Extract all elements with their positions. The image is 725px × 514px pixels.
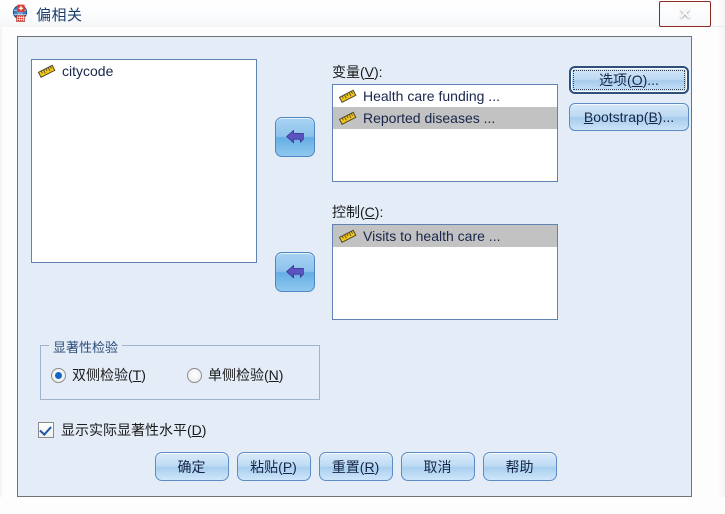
paste-mnemonic: P	[282, 458, 293, 475]
ok-button[interactable]: 确定	[154, 452, 229, 481]
list-item[interactable]: Reported diseases ...	[333, 107, 557, 129]
help-button[interactable]: 帮助	[482, 452, 557, 481]
options-mnemonic: O	[631, 72, 643, 88]
paste-suffix: )	[292, 458, 297, 475]
source-variable-list[interactable]: citycode	[31, 59, 257, 263]
controls-label: 控制(C):	[332, 202, 383, 222]
two-tailed-suffix: )	[141, 367, 146, 383]
two-tailed-radio-label: 双侧检验(T)	[72, 365, 146, 385]
display-actual-significance-checkbox[interactable]: 显示实际显著性水平(D)	[38, 420, 206, 440]
variables-label-suffix: ):	[374, 64, 383, 80]
list-item-label: Reported diseases ...	[363, 110, 496, 126]
significance-test-group: 显著性检验 双侧检验(T) 单侧检验(N)	[40, 337, 320, 400]
dialog-button-bar: 确定 粘贴(P) 重置(R) 取消 帮助	[18, 452, 693, 481]
variables-label: 变量(V):	[332, 62, 383, 82]
dialog-title-bar: 偏相关 ✕	[0, 0, 712, 27]
controls-list[interactable]: Visits to health care ...	[332, 224, 558, 320]
move-to-controls-button[interactable]	[275, 252, 315, 292]
one-tailed-radio-label: 单侧检验(N)	[208, 365, 283, 385]
radio-mark-icon	[187, 367, 202, 383]
reset-suffix: )	[374, 458, 380, 475]
options-button[interactable]: 选项(O)...	[569, 66, 689, 94]
bootstrap-button[interactable]: Bootstrap(B)...	[569, 103, 689, 131]
list-item[interactable]: Health care funding ...	[333, 85, 557, 107]
arrow-left-icon	[286, 265, 304, 279]
two-tailed-prefix: 双侧检验(	[72, 367, 133, 383]
options-suffix: )...	[642, 72, 659, 88]
radio-mark-icon	[51, 367, 66, 383]
checkbox-mark-icon	[38, 422, 54, 438]
variables-list[interactable]: Health care funding ... Reported disease…	[332, 84, 558, 182]
variables-label-mnemonic: V	[364, 64, 375, 80]
two-tailed-mnemonic: T	[132, 367, 142, 383]
display-sig-mnemonic: D	[191, 422, 202, 438]
list-item-label: Health care funding ...	[363, 88, 500, 104]
partial-correlation-dialog: 偏相关 ✕ citycode 变量(V): Health care fundin…	[0, 0, 712, 498]
controls-label-mnemonic: C	[364, 204, 375, 220]
reset-prefix: 重置(	[331, 458, 365, 475]
display-sig-suffix: )	[201, 422, 207, 438]
one-tailed-radio[interactable]: 单侧检验(N)	[187, 365, 283, 385]
reset-button-label: 重置(R)	[332, 457, 379, 477]
one-tailed-prefix: 单侧检验(	[208, 367, 269, 383]
spss-partial-correlation-icon	[12, 4, 28, 22]
options-button-label: 选项(O)...	[599, 70, 659, 90]
display-actual-significance-label: 显示实际显著性水平(D)	[61, 420, 206, 440]
arrow-left-icon	[286, 130, 304, 144]
paste-button[interactable]: 粘贴(P)	[236, 452, 311, 481]
help-button-label: 帮助	[505, 458, 534, 475]
display-sig-prefix: 显示实际显著性水平(	[61, 422, 192, 438]
variables-label-prefix: 变量(	[332, 64, 365, 80]
list-item[interactable]: citycode	[32, 60, 256, 82]
cancel-button-label: 取消	[423, 458, 452, 475]
dialog-title: 偏相关	[36, 7, 83, 24]
list-item-label: Visits to health care ...	[363, 228, 501, 244]
scale-ruler-icon	[338, 229, 357, 243]
cancel-button[interactable]: 取消	[400, 452, 475, 481]
bootstrap-tail: )...	[657, 109, 675, 125]
scale-ruler-icon	[338, 111, 357, 125]
list-item-label: citycode	[62, 63, 114, 79]
options-prefix: 选项(	[599, 72, 632, 88]
controls-label-suffix: ):	[374, 204, 384, 220]
bootstrap-rest: ootstrap(	[593, 109, 649, 125]
one-tailed-mnemonic: N	[268, 367, 279, 383]
one-tailed-suffix: )	[278, 367, 284, 383]
reset-button[interactable]: 重置(R)	[318, 452, 393, 481]
dialog-body-panel: citycode 变量(V): Health care funding ... …	[17, 36, 692, 497]
scale-ruler-icon	[338, 89, 357, 103]
scale-ruler-icon	[37, 64, 56, 78]
controls-label-prefix: 控制(	[332, 204, 365, 220]
backdrop-right-edge	[715, 0, 725, 514]
paste-prefix: 粘贴(	[250, 458, 283, 475]
ok-button-label: 确定	[177, 458, 206, 475]
two-tailed-radio[interactable]: 双侧检验(T)	[51, 365, 146, 385]
close-button[interactable]: ✕	[659, 1, 711, 27]
list-item[interactable]: Visits to health care ...	[333, 225, 557, 247]
bootstrap-button-label: Bootstrap(B)...	[584, 109, 674, 125]
backdrop-bottom-strip	[0, 497, 725, 514]
bootstrap-mnemonic: B	[648, 109, 658, 125]
reset-mnemonic: R	[364, 458, 375, 475]
paste-button-label: 粘贴(P)	[250, 457, 297, 477]
close-icon: ✕	[678, 6, 692, 23]
significance-test-group-title: 显著性检验	[49, 337, 123, 356]
bootstrap-lead: B	[583, 109, 594, 125]
move-to-variables-button[interactable]	[275, 117, 315, 157]
